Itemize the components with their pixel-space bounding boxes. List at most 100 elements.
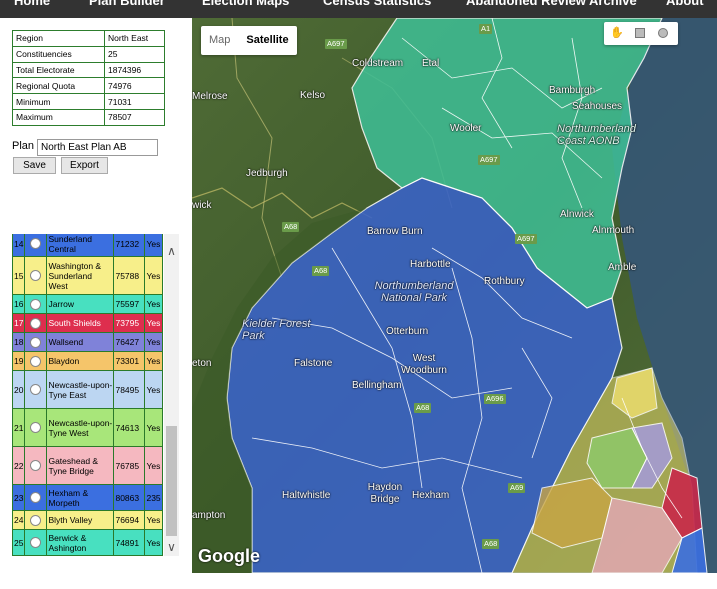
district-select-radio[interactable]: [24, 294, 48, 314]
district-row[interactable]: 22 Gateshead & Tyne Bridge 76785 Yes: [12, 446, 163, 485]
district-electorate: 73795: [113, 313, 146, 333]
blaydon-district[interactable]: [531, 477, 613, 549]
district-row[interactable]: 15 Washington & Sunderland West 75788 Yes: [12, 256, 163, 295]
radio-button-icon[interactable]: [30, 492, 42, 504]
map-label-alnwick: Alnwick: [560, 209, 594, 220]
district-number: 23: [12, 484, 26, 511]
district-name: Gateshead & Tyne Bridge: [46, 446, 115, 485]
summary-row: Regional Quota 74976: [12, 77, 165, 95]
map-label-eton: eton: [192, 358, 212, 369]
scroll-up-arrow-icon[interactable]: ∧: [164, 244, 179, 258]
nav-plan-builder[interactable]: Plan Builder: [89, 0, 165, 8]
map-label-national-park: Northumberland National Park: [374, 280, 454, 304]
district-select-radio[interactable]: [24, 408, 48, 447]
google-logo: Google: [198, 546, 260, 566]
export-button[interactable]: Export: [61, 157, 108, 174]
hand-pan-icon[interactable]: ✋: [608, 25, 626, 42]
district-row[interactable]: 18 Wallsend 76427 Yes: [12, 332, 163, 352]
district-row[interactable]: 24 Blyth Valley 76694 Yes: [12, 510, 163, 530]
district-select-radio[interactable]: [24, 351, 48, 371]
district-select-radio[interactable]: [24, 332, 48, 352]
nav-election-maps[interactable]: Election Maps: [202, 0, 289, 8]
radio-button-icon[interactable]: [30, 270, 42, 282]
nav-census-statistics[interactable]: Census Statistics: [323, 0, 431, 8]
district-table: 14 Sunderland Central 71232 Yes 15 Washington…: [12, 234, 163, 556]
nav-abandoned-review-archive[interactable]: Abandoned Review Archive: [466, 0, 637, 8]
map-label-kielder: Kielder Forest Park: [242, 318, 311, 342]
district-name: Wallsend: [46, 332, 115, 352]
district-number: 17: [12, 313, 26, 333]
district-select-radio[interactable]: [24, 446, 48, 485]
district-electorate: 76427: [113, 332, 146, 352]
summary-row: Total Electorate 1874396: [12, 61, 165, 79]
map-label-bellingham: Bellingham: [352, 380, 402, 391]
save-button[interactable]: Save: [13, 157, 56, 174]
map-type-map-button[interactable]: Map: [201, 26, 238, 55]
road-marker: A697: [325, 39, 347, 49]
district-number: 21: [12, 408, 26, 447]
circle-select-icon[interactable]: [654, 25, 672, 42]
radio-button-icon[interactable]: [30, 298, 42, 310]
district-list-scrollbar[interactable]: ∧ ∨: [164, 234, 179, 556]
summary-row: Region North East: [12, 30, 165, 47]
district-electorate: 71232: [113, 234, 146, 257]
summary-label: Maximum: [12, 108, 105, 126]
district-row[interactable]: 19 Blaydon 73301 Yes: [12, 351, 163, 371]
radio-button-icon[interactable]: [30, 537, 42, 549]
district-row[interactable]: 21 Newcastle-upon-Tyne West 74613 Yes: [12, 408, 163, 447]
district-number: 22: [12, 446, 26, 485]
district-number: 25: [12, 529, 26, 556]
district-list: 14 Sunderland Central 71232 Yes 15 Washington…: [12, 234, 179, 589]
rectangle-select-icon[interactable]: [631, 25, 649, 42]
map-label-seahouses: Seahouses: [572, 101, 623, 112]
map-label-falstone: Falstone: [294, 358, 333, 369]
radio-button-icon[interactable]: [30, 238, 42, 250]
district-select-radio[interactable]: [24, 370, 48, 409]
radio-button-icon[interactable]: [30, 422, 42, 434]
road-marker: A69: [508, 483, 526, 493]
district-valid: Yes: [144, 408, 163, 447]
map-label-amble: Amble: [608, 262, 637, 273]
map-view[interactable]: Map Satellite ✋ Coldstream Etal Melrose K…: [192, 18, 717, 573]
map-label-haydon-bridge: Haydon Bridge: [367, 482, 403, 505]
district-row[interactable]: 16 Jarrow 75597 Yes: [12, 294, 163, 314]
summary-value: North East: [104, 30, 165, 47]
radio-button-icon[interactable]: [30, 460, 42, 472]
district-row[interactable]: 23 Hexham & Morpeth 80863 235: [12, 484, 163, 511]
scroll-down-arrow-icon[interactable]: ∨: [164, 540, 179, 554]
scrollbar-thumb[interactable]: [166, 426, 177, 536]
nav-home[interactable]: Home: [14, 0, 50, 8]
district-select-radio[interactable]: [24, 256, 48, 295]
district-row[interactable]: 17 South Shields 73795 Yes: [12, 313, 163, 333]
district-valid: Yes: [144, 529, 163, 556]
radio-button-icon[interactable]: [30, 355, 42, 367]
district-select-radio[interactable]: [24, 529, 48, 556]
district-name: Berwick & Ashington: [46, 529, 115, 556]
district-select-radio[interactable]: [24, 484, 48, 511]
district-electorate: 76785: [113, 446, 146, 485]
district-electorate: 76694: [113, 510, 146, 530]
district-row[interactable]: 25 Berwick & Ashington 74891 Yes: [12, 529, 163, 556]
district-select-radio[interactable]: [24, 510, 48, 530]
district-valid: Yes: [144, 256, 163, 295]
plan-name-input[interactable]: [37, 139, 158, 156]
map-label-wooler: Wooler: [450, 123, 482, 134]
radio-button-icon[interactable]: [30, 384, 42, 396]
summary-label: Constituencies: [12, 45, 105, 63]
map-type-satellite-button[interactable]: Satellite: [238, 26, 296, 55]
summary-label: Minimum: [12, 93, 105, 110]
district-row[interactable]: 20 Newcastle-upon-Tyne East 78495 Yes: [12, 370, 163, 409]
district-select-radio[interactable]: [24, 313, 48, 333]
district-valid: Yes: [144, 234, 163, 257]
radio-button-icon[interactable]: [30, 336, 42, 348]
district-select-radio[interactable]: [24, 234, 48, 257]
summary-value: 25: [104, 45, 165, 63]
nav-about[interactable]: About: [666, 0, 704, 8]
district-row[interactable]: 14 Sunderland Central 71232 Yes: [12, 234, 163, 257]
radio-button-icon[interactable]: [30, 514, 42, 526]
district-name: Newcastle-upon-Tyne West: [46, 408, 115, 447]
radio-button-icon[interactable]: [30, 317, 42, 329]
district-name: Blyth Valley: [46, 510, 115, 530]
district-valid: Yes: [144, 351, 163, 371]
district-name: South Shields: [46, 313, 115, 333]
